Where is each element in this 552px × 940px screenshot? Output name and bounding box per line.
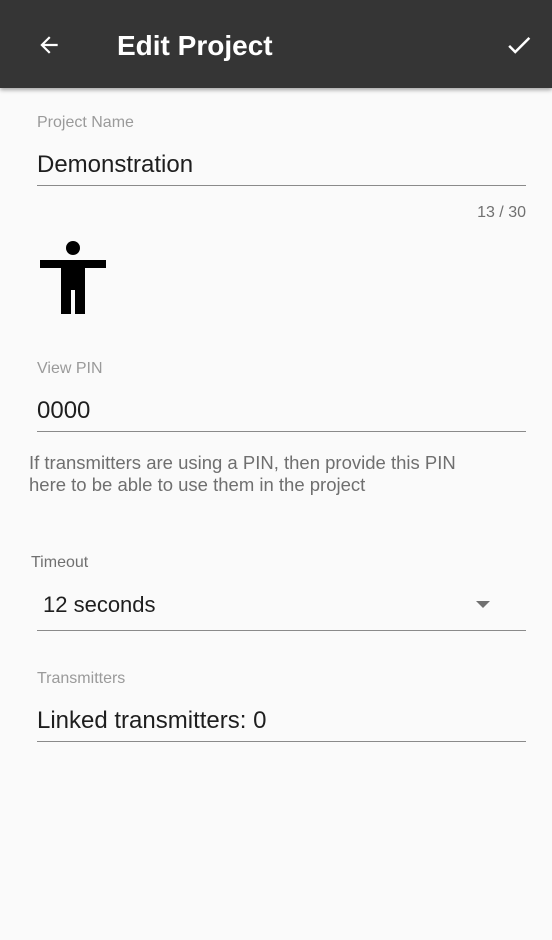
timeout-label: Timeout — [31, 554, 89, 571]
transmitters-field[interactable] — [37, 704, 526, 738]
timeout-underline — [37, 630, 526, 631]
transmitters-label: Transmitters — [37, 670, 126, 687]
timeout-selected-value: 12 seconds — [43, 592, 156, 617]
save-button[interactable] — [496, 22, 542, 68]
page-title: Edit Project — [117, 30, 273, 61]
character-counter: 13 / 30 — [477, 204, 526, 221]
back-button[interactable] — [26, 22, 72, 68]
view-pin-helper-text: If transmitters are using a PIN, then pr… — [29, 452, 456, 495]
arrow-left-icon — [40, 36, 58, 54]
accessibility-person-icon — [40, 241, 106, 314]
app-bar: Edit Project — [0, 0, 552, 88]
chevron-down-icon — [476, 601, 490, 608]
project-name-underline — [37, 185, 526, 186]
project-name-input[interactable] — [37, 148, 526, 182]
view-pin-underline — [37, 431, 526, 432]
view-pin-label: View PIN — [37, 360, 103, 377]
project-name-label: Project Name — [37, 114, 134, 131]
project-icon-button[interactable] — [40, 240, 108, 316]
view-pin-input[interactable] — [37, 394, 526, 428]
check-icon — [508, 36, 531, 54]
transmitters-underline — [37, 741, 526, 742]
